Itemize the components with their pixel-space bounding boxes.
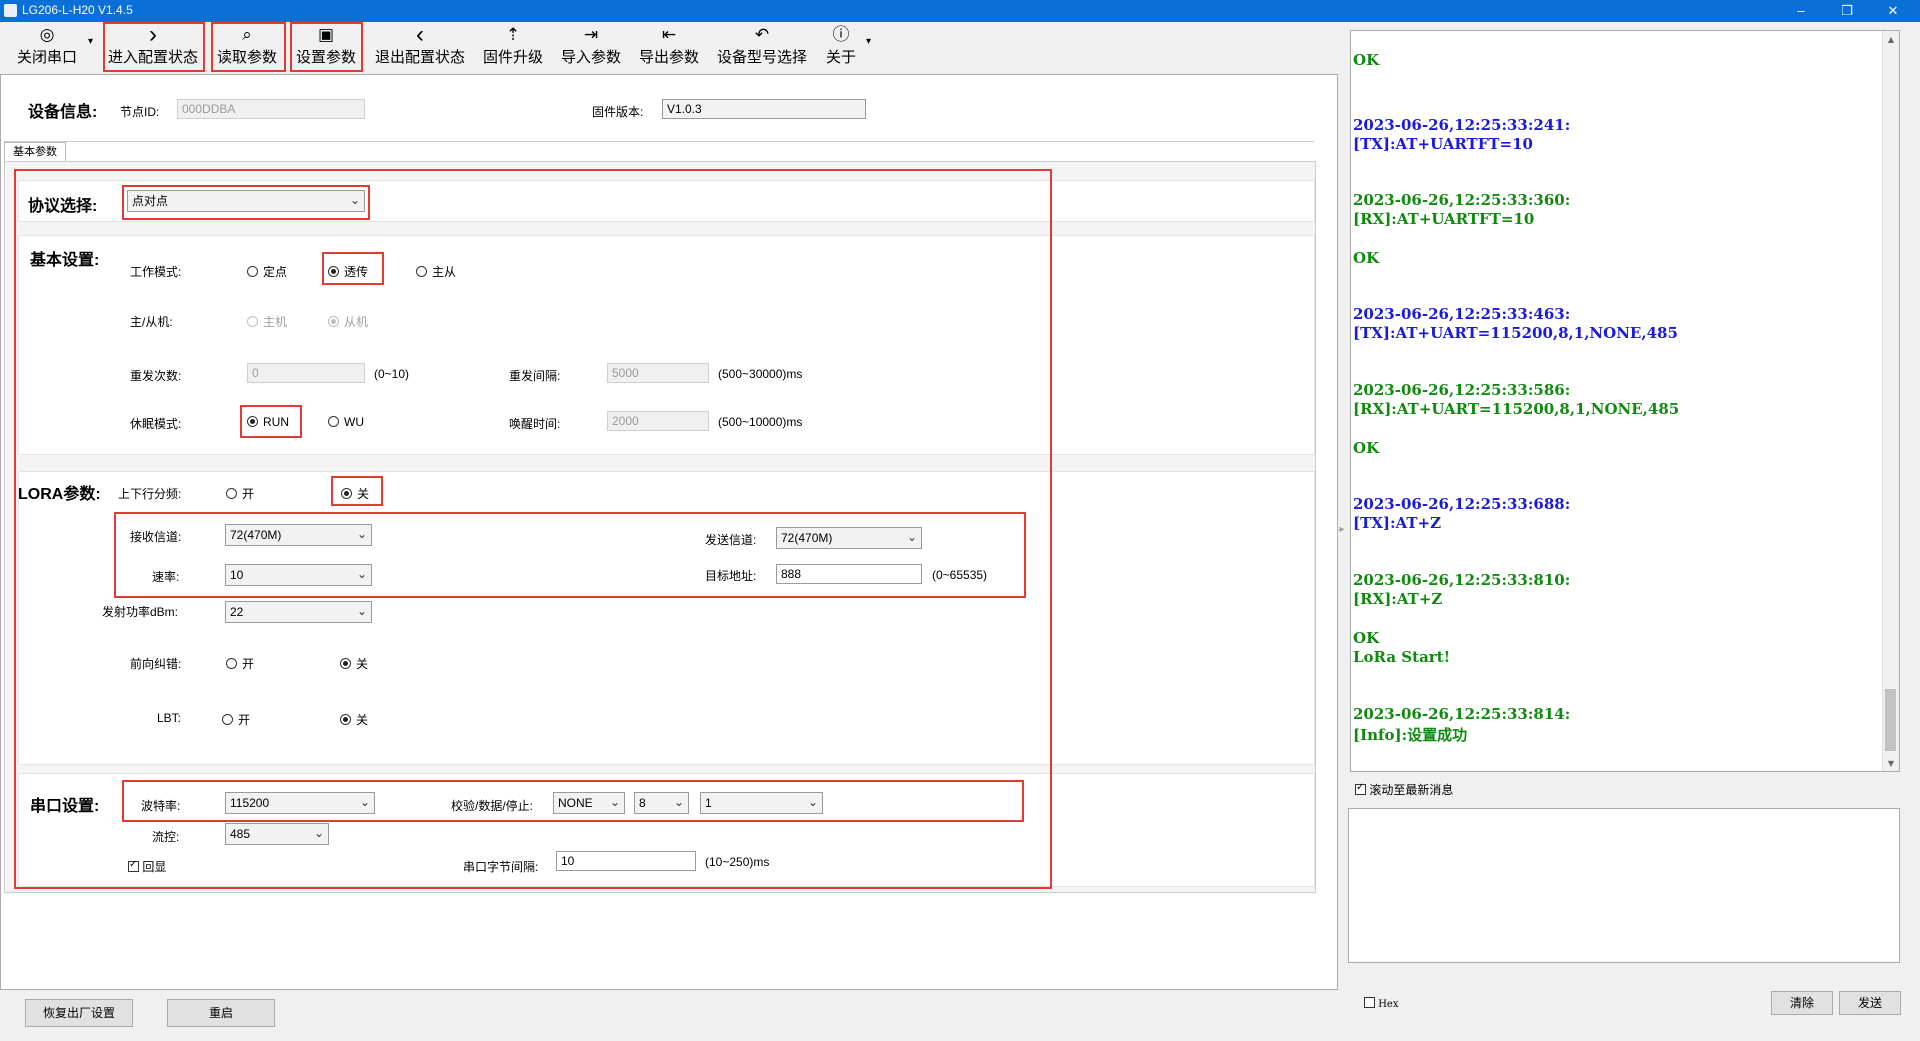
log-line: 2023-06-26,12:25:33:586: [1353, 381, 1571, 399]
log-line: [TX]:AT+UARTFT=10 [1353, 135, 1533, 153]
checkbox-icon [1355, 782, 1366, 795]
rocket-icon: ⇡ [505, 25, 521, 44]
log-line: 2023-06-26,12:25:33:360: [1353, 191, 1571, 209]
restore-button[interactable]: ❐ [1824, 0, 1870, 22]
send-button[interactable]: 发送 [1839, 991, 1901, 1015]
scroll-down-icon[interactable]: ▼ [1883, 755, 1899, 771]
log-line: LoRa Start! [1353, 648, 1451, 666]
highlight-channel-rate [114, 512, 1026, 598]
device-info-heading: 设备信息: [28, 104, 98, 121]
highlight-read-params [211, 22, 286, 72]
tab-strip-line [4, 141, 1314, 142]
node-id-field[interactable]: 000DDBA [177, 99, 365, 119]
import-icon: ⇥ [583, 25, 599, 44]
factory-reset-button[interactable]: 恢复出厂设置 [25, 999, 133, 1027]
node-id-label: 节点ID: [120, 105, 160, 119]
chevron-down-icon[interactable]: ▾ [88, 36, 93, 47]
window-title: LG206-L-H20 V1.4.5 [22, 3, 133, 17]
firmware-upgrade-button[interactable]: ⇡ 固件升级 [478, 22, 548, 70]
about-button[interactable]: ⓘ 关于 [820, 22, 862, 70]
reboot-button[interactable]: 重启 [167, 999, 275, 1027]
firmware-label: 固件版本: [592, 105, 644, 119]
highlight-protocol [122, 185, 370, 220]
log-line: [RX]:AT+UARTFT=10 [1353, 210, 1535, 228]
exit-config-button[interactable]: ‹ 退出配置状态 [370, 22, 470, 70]
minimize-button[interactable]: – [1778, 0, 1824, 22]
log-line: 2023-06-26,12:25:33:241: [1353, 116, 1571, 134]
log-line: OK [1353, 51, 1380, 69]
info-icon: ⓘ [832, 25, 850, 44]
highlight-set-params [290, 22, 363, 72]
log-line: OK [1353, 629, 1380, 647]
log-line: 2023-06-26,12:25:33:688: [1353, 495, 1571, 513]
import-params-button[interactable]: ⇥ 导入参数 [556, 22, 626, 70]
title-bar: LG206-L-H20 V1.4.5 – ❐ ✕ [0, 0, 1920, 22]
toolbar-overflow-icon[interactable]: ▾ [866, 36, 871, 47]
highlight-enter-config [103, 22, 205, 72]
log-line: [Info]:设置成功 [1353, 726, 1468, 744]
log-line: [RX]:AT+UART=115200,8,1,NONE,485 [1353, 400, 1680, 418]
log-line: 2023-06-26,12:25:33:814: [1353, 705, 1571, 723]
log-line: [TX]:AT+Z [1353, 514, 1442, 532]
highlight-serial [122, 780, 1024, 822]
autoscroll-checkbox[interactable]: 滚动至最新消息 [1355, 781, 1453, 798]
highlight-split-off [331, 476, 383, 506]
log-line: OK [1353, 249, 1380, 267]
log-scrollbar[interactable]: ▲ ▼ [1882, 31, 1899, 771]
tab-basic-params[interactable]: 基本参数 [4, 142, 66, 163]
log-line: OK [1353, 439, 1380, 457]
send-input[interactable] [1348, 808, 1900, 963]
app-icon [4, 4, 17, 17]
device-model-button[interactable]: ↶ 设备型号选择 [712, 22, 812, 70]
log-line: 2023-06-26,12:25:33:810: [1353, 571, 1571, 589]
undo-arrow-icon: ↶ [754, 25, 770, 44]
scroll-thumb[interactable] [1885, 689, 1896, 751]
location-icon: ◎ [39, 25, 55, 44]
log-line: [RX]:AT+Z [1353, 590, 1443, 608]
scroll-up-icon[interactable]: ▲ [1883, 31, 1899, 47]
hex-checkbox[interactable]: Hex [1364, 997, 1398, 1010]
export-icon: ⇤ [661, 25, 677, 44]
close-button[interactable]: ✕ [1870, 0, 1916, 22]
log-line: [TX]:AT+UART=115200,8,1,NONE,485 [1353, 324, 1678, 342]
checkbox-icon [1364, 997, 1375, 1008]
splitter-handle[interactable]: ▸ [1337, 500, 1347, 560]
highlight-transparent [322, 252, 384, 285]
export-params-button[interactable]: ⇤ 导出参数 [634, 22, 704, 70]
chevron-left-icon: ‹ [416, 21, 424, 48]
log-output[interactable]: OK 2023-06-26,12:25:33:241: [TX]:AT+UARTFT… [1350, 30, 1900, 772]
highlight-run [240, 405, 302, 438]
firmware-field: V1.0.3 [662, 99, 866, 119]
clear-button[interactable]: 清除 [1771, 991, 1833, 1015]
close-port-button[interactable]: ◎ 关闭串口 [10, 22, 84, 70]
log-line: 2023-06-26,12:25:33:463: [1353, 305, 1571, 323]
